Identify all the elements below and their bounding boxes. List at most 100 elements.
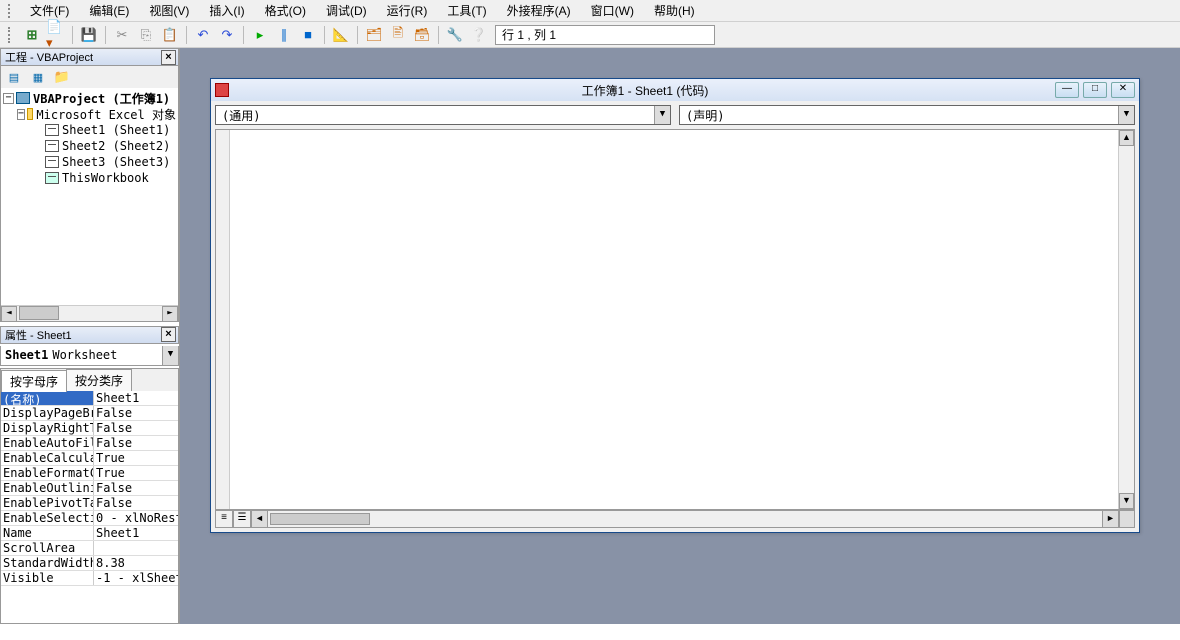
menu-view[interactable]: 视图(V) — [139, 0, 199, 21]
view-object-icon[interactable]: ▦ — [27, 67, 49, 87]
project-explorer-icon[interactable]: 🗂 — [363, 24, 385, 46]
property-value[interactable]: False — [94, 421, 178, 435]
property-row[interactable]: NameSheet1 — [1, 526, 178, 541]
property-row[interactable]: StandardWidth8.38 — [1, 556, 178, 571]
code-editor[interactable]: ▲ ▼ — [215, 129, 1135, 510]
property-value[interactable]: Sheet1 — [94, 526, 178, 540]
redo-icon[interactable]: ↷ — [216, 24, 238, 46]
properties-icon[interactable]: 🖹 — [387, 24, 409, 46]
menu-run[interactable]: 运行(R) — [377, 0, 438, 21]
maximize-button[interactable]: □ — [1083, 82, 1107, 98]
property-name[interactable]: DisplayPageBre — [1, 406, 94, 420]
scroll-thumb[interactable] — [19, 306, 59, 320]
property-row[interactable]: Visible-1 - xlSheetV — [1, 571, 178, 586]
property-name[interactable]: EnableOutlinin — [1, 481, 94, 495]
menu-window[interactable]: 窗口(W) — [581, 0, 644, 21]
property-value[interactable]: 8.38 — [94, 556, 178, 570]
scroll-up-icon[interactable]: ▲ — [1119, 130, 1134, 146]
scroll-right-icon[interactable]: ► — [162, 306, 178, 322]
property-name[interactable]: EnableFormatCo — [1, 466, 94, 480]
toolbar-grip[interactable] — [8, 27, 14, 43]
object-browser-icon[interactable]: 🗃 — [411, 24, 433, 46]
copy-icon[interactable]: ⎘ — [135, 24, 157, 46]
menubar-grip[interactable] — [8, 4, 14, 18]
tree-thisworkbook[interactable]: ThisWorkbook — [3, 170, 176, 186]
reset-icon[interactable]: ■ — [297, 24, 319, 46]
object-selector[interactable]: Sheet1 Worksheet ▼ — [0, 346, 179, 366]
menu-tools[interactable]: 工具(T) — [437, 0, 496, 21]
editor-hscroll[interactable]: ◄ ► — [251, 510, 1119, 528]
procedure-view-button[interactable]: ≡ — [215, 510, 233, 528]
dropdown-icon[interactable]: ▼ — [162, 346, 178, 365]
full-module-view-button[interactable]: ☰ — [233, 510, 251, 528]
tab-categorized[interactable]: 按分类序 — [66, 369, 132, 391]
property-name[interactable]: DisplayRightTo — [1, 421, 94, 435]
break-icon[interactable]: ∥ — [273, 24, 295, 46]
property-value[interactable]: True — [94, 451, 178, 465]
property-name[interactable]: ScrollArea — [1, 541, 94, 555]
close-button[interactable]: ✕ — [1111, 82, 1135, 98]
dropdown-icon[interactable]: ▼ — [1118, 106, 1134, 124]
expand-icon[interactable]: − — [17, 109, 25, 120]
design-mode-icon[interactable]: 📐 — [330, 24, 352, 46]
expand-icon[interactable]: − — [3, 93, 14, 104]
property-value[interactable]: False — [94, 481, 178, 495]
tree-hscroll[interactable]: ◄ ► — [1, 305, 178, 321]
paste-icon[interactable]: 📋 — [159, 24, 181, 46]
property-value[interactable]: False — [94, 436, 178, 450]
cut-icon[interactable]: ✂ — [111, 24, 133, 46]
property-row[interactable]: EnableCalculatTrue — [1, 451, 178, 466]
editor-vscroll[interactable]: ▲ ▼ — [1118, 130, 1134, 509]
scroll-left-icon[interactable]: ◄ — [1, 306, 17, 322]
minimize-button[interactable]: — — [1055, 82, 1079, 98]
help-icon[interactable]: ❔ — [468, 24, 490, 46]
undo-icon[interactable]: ↶ — [192, 24, 214, 46]
menu-edit[interactable]: 编辑(E) — [79, 0, 139, 21]
toggle-folders-icon[interactable]: 📁 — [51, 67, 73, 87]
property-row[interactable]: EnableOutlininFalse — [1, 481, 178, 496]
project-panel-close[interactable]: × — [161, 50, 176, 65]
property-name[interactable]: (名称) — [1, 391, 94, 405]
properties-panel-close[interactable]: × — [161, 327, 176, 342]
code-area[interactable] — [230, 130, 1118, 509]
property-name[interactable]: EnableSelectio — [1, 511, 94, 525]
tree-sheet3[interactable]: Sheet3 (Sheet3) — [3, 154, 176, 170]
procedure-dropdown[interactable]: (声明) ▼ — [679, 105, 1135, 125]
property-row[interactable]: EnableSelectio0 - xlNoRestr — [1, 511, 178, 526]
dropdown-icon[interactable]: ▼ — [654, 106, 670, 124]
tree-sheet1[interactable]: Sheet1 (Sheet1) — [3, 122, 176, 138]
menu-help[interactable]: 帮助(H) — [644, 0, 705, 21]
object-dropdown[interactable]: (通用) ▼ — [215, 105, 671, 125]
property-name[interactable]: EnablePivotTab — [1, 496, 94, 510]
tree-folder-excel[interactable]: − Microsoft Excel 对象 — [3, 106, 176, 122]
property-row[interactable]: EnableAutoFiltFalse — [1, 436, 178, 451]
scroll-thumb[interactable] — [270, 513, 370, 525]
property-row[interactable]: (名称)Sheet1 — [1, 391, 178, 406]
tab-alphabetic[interactable]: 按字母序 — [1, 370, 67, 392]
property-value[interactable]: -1 - xlSheetV — [94, 571, 178, 585]
run-icon[interactable]: ▸ — [249, 24, 271, 46]
property-row[interactable]: DisplayPageBreFalse — [1, 406, 178, 421]
save-icon[interactable]: 💾 — [78, 24, 100, 46]
tree-sheet2[interactable]: Sheet2 (Sheet2) — [3, 138, 176, 154]
property-name[interactable]: EnableCalculat — [1, 451, 94, 465]
property-value[interactable]: True — [94, 466, 178, 480]
menu-format[interactable]: 格式(O) — [255, 0, 316, 21]
tree-root[interactable]: − VBAProject (工作簿1) — [3, 90, 176, 106]
scroll-right-icon[interactable]: ► — [1102, 511, 1118, 527]
toolbox-icon[interactable]: 🔧 — [444, 24, 466, 46]
menu-addins[interactable]: 外接程序(A) — [497, 0, 581, 21]
property-row[interactable]: EnablePivotTabFalse — [1, 496, 178, 511]
scroll-left-icon[interactable]: ◄ — [252, 511, 268, 527]
property-name[interactable]: Name — [1, 526, 94, 540]
property-row[interactable]: ScrollArea — [1, 541, 178, 556]
excel-icon[interactable]: ⊞ — [21, 24, 43, 46]
code-window-titlebar[interactable]: 工作簿1 - Sheet1 (代码) — □ ✕ — [211, 79, 1139, 101]
property-value[interactable]: False — [94, 496, 178, 510]
view-code-icon[interactable]: ▤ — [3, 67, 25, 87]
property-value[interactable]: 0 - xlNoRestr — [94, 511, 178, 525]
property-name[interactable]: Visible — [1, 571, 94, 585]
scroll-down-icon[interactable]: ▼ — [1119, 493, 1134, 509]
property-name[interactable]: StandardWidth — [1, 556, 94, 570]
property-value[interactable] — [94, 541, 178, 555]
